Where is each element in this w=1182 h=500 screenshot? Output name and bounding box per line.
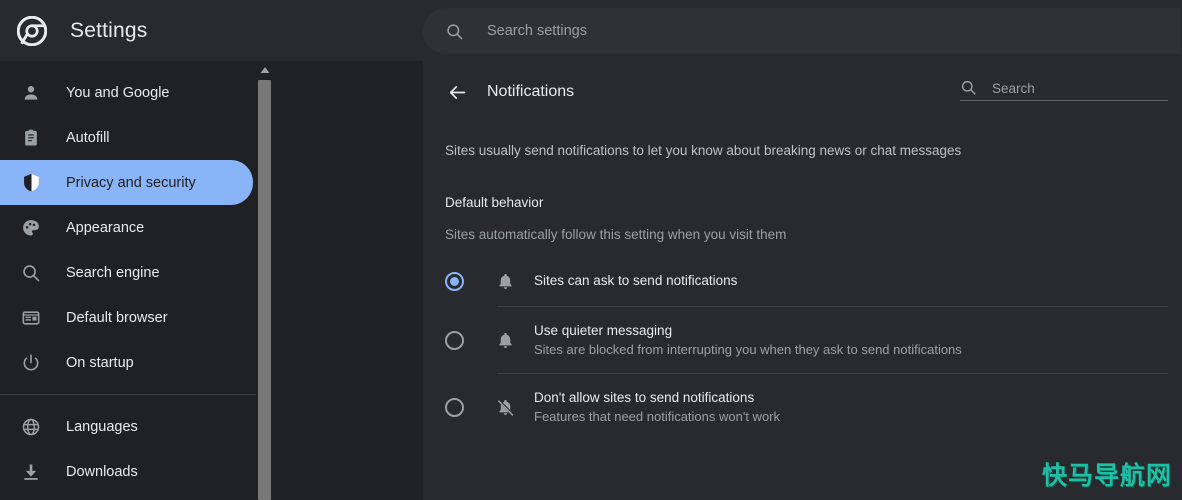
sidebar-item-label: Downloads bbox=[66, 463, 138, 480]
card-header: Notifications Search bbox=[423, 61, 1182, 123]
notifications-settings-card: Notifications Search Sites usually send … bbox=[423, 61, 1182, 500]
radio-description: Features that need notifications won't w… bbox=[534, 409, 781, 424]
sidebar-scrollbar[interactable] bbox=[256, 61, 273, 500]
shield-icon bbox=[20, 172, 42, 194]
download-icon bbox=[20, 461, 42, 483]
bell-off-icon bbox=[494, 396, 516, 418]
sidebar-item-languages[interactable]: Languages bbox=[0, 404, 256, 449]
sidebar-item-label: Appearance bbox=[66, 219, 145, 236]
global-search-placeholder: Search settings bbox=[487, 23, 587, 39]
card-search-placeholder: Search bbox=[992, 81, 1035, 96]
sidebar-nav: You and Google Autofill Privacy and secu… bbox=[0, 61, 256, 500]
radio-text-block: Don't allow sites to send notifications … bbox=[534, 390, 780, 424]
intro-text: Sites usually send notifications to let … bbox=[445, 143, 962, 158]
sidebar-item-label: Default browser bbox=[66, 309, 168, 326]
sidebar-item-label: You and Google bbox=[66, 84, 170, 101]
back-arrow-icon[interactable] bbox=[445, 80, 469, 104]
radio-option-quieter-messaging[interactable]: Use quieter messaging Sites are blocked … bbox=[423, 307, 1182, 373]
bell-icon bbox=[494, 329, 516, 351]
sidebar-item-on-startup[interactable]: On startup bbox=[0, 340, 256, 385]
radio-label: Sites can ask to send notifications bbox=[534, 273, 738, 288]
sidebar-item-appearance[interactable]: Appearance bbox=[0, 205, 256, 250]
card-search-input[interactable]: Search bbox=[960, 79, 1168, 101]
section-title: Default behavior bbox=[445, 195, 544, 210]
sidebar-item-label: Autofill bbox=[66, 129, 110, 146]
chrome-logo-icon bbox=[16, 15, 48, 47]
sidebar-item-autofill[interactable]: Autofill bbox=[0, 115, 256, 160]
section-subtitle: Sites automatically follow this setting … bbox=[445, 227, 787, 242]
radio-button[interactable] bbox=[445, 330, 464, 350]
radio-label: Don't allow sites to send notifications bbox=[534, 390, 755, 405]
sidebar-item-label: On startup bbox=[66, 354, 134, 371]
radio-option-sites-can-ask[interactable]: Sites can ask to send notifications bbox=[423, 256, 1182, 306]
scrollbar-thumb[interactable] bbox=[258, 80, 271, 500]
radio-description: Sites are blocked from interrupting you … bbox=[534, 342, 962, 357]
bell-icon bbox=[494, 270, 516, 292]
search-icon bbox=[445, 22, 464, 41]
sidebar-divider bbox=[0, 394, 256, 395]
sidebar-item-you-and-google[interactable]: You and Google bbox=[0, 70, 256, 115]
sidebar-item-label: Privacy and security bbox=[66, 174, 196, 191]
site-watermark: 快马导航网 bbox=[1041, 461, 1172, 490]
sidebar-item-label: Languages bbox=[66, 418, 138, 435]
radio-option-dont-allow[interactable]: Don't allow sites to send notifications … bbox=[423, 374, 1182, 440]
top-header-bar: Settings Search settings bbox=[0, 0, 1182, 61]
radio-text-block: Use quieter messaging Sites are blocked … bbox=[534, 323, 962, 357]
sidebar-item-default-browser[interactable]: Default browser bbox=[0, 295, 256, 340]
browser-icon bbox=[20, 307, 42, 329]
sidebar-item-privacy-and-security[interactable]: Privacy and security bbox=[0, 160, 253, 205]
person-icon bbox=[20, 82, 42, 104]
sidebar-item-downloads[interactable]: Downloads bbox=[0, 449, 256, 494]
search-icon bbox=[960, 79, 978, 96]
default-behavior-radio-group: Sites can ask to send notifications Use … bbox=[423, 256, 1182, 440]
global-search-box[interactable]: Search settings bbox=[423, 8, 1181, 54]
radio-text-block: Sites can ask to send notifications bbox=[534, 272, 737, 290]
page-title: Notifications bbox=[487, 83, 575, 100]
autofill-icon bbox=[20, 127, 42, 149]
scroll-up-arrow-icon[interactable] bbox=[256, 61, 273, 78]
app-title: Settings bbox=[70, 18, 148, 42]
settings-window: Settings Search settings You and Google bbox=[0, 0, 1182, 500]
radio-button[interactable] bbox=[445, 271, 464, 291]
search-icon bbox=[20, 262, 42, 284]
radio-button[interactable] bbox=[445, 397, 464, 417]
radio-label: Use quieter messaging bbox=[534, 323, 673, 338]
globe-icon bbox=[20, 416, 42, 438]
sidebar-item-label: Search engine bbox=[66, 264, 160, 281]
power-icon bbox=[20, 352, 42, 374]
palette-icon bbox=[20, 217, 42, 239]
sidebar-item-search-engine[interactable]: Search engine bbox=[0, 250, 256, 295]
